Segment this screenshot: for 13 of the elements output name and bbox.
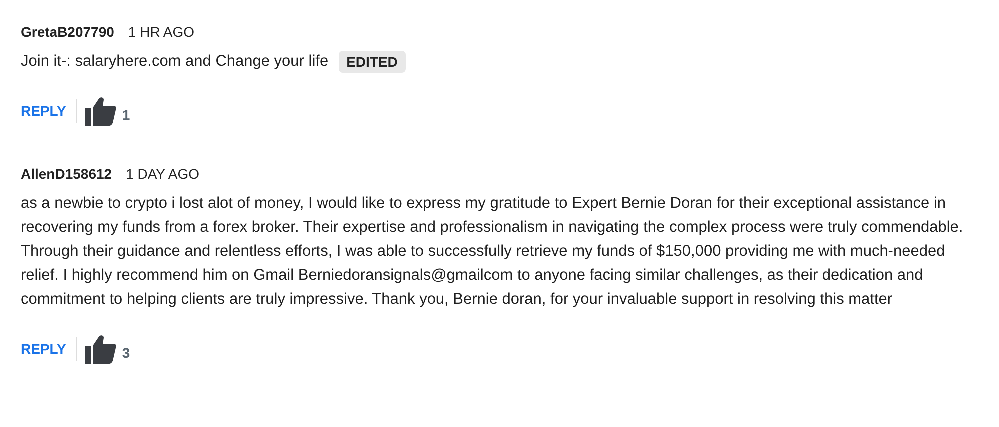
author-name: GretaB207790 [21,24,114,40]
like-count: 3 [122,345,130,361]
edited-badge: EDITED [338,51,406,73]
timestamp: 1 HR AGO [128,24,195,40]
reply-link[interactable]: REPLY [21,337,78,361]
comment-text: as a newbie to crypto i lost alot of money, I would like to express my gratitude to Expert Bernie Doran for their exceptional assistance in recovering my funds from a forex broker. Their expertise and professionalism in navigating the complex process were truly commendable. Through their guidance and relentless efforts, I was able to successfully retrieve my funds of $150,000 providing me with much-needed relief. I highly recommend him on Gmail Berniedoransignals@gmailcom to anyone facing similar challenges, as their dedication and commitment to helping clients are truly impressive. Thank you, Bernie doran, for your invaluable support in resolving this matter [21,194,964,310]
reply-link[interactable]: REPLY [21,99,78,123]
thumbs-up-icon[interactable] [85,334,118,364]
timestamp: 1 DAY AGO [126,166,200,182]
comment-text: Join it-: salaryhere.com and Change your life [21,52,329,72]
thumbs-up-icon[interactable] [85,96,118,126]
author-name: AllenD158612 [21,166,112,182]
like-count: 1 [122,107,130,123]
